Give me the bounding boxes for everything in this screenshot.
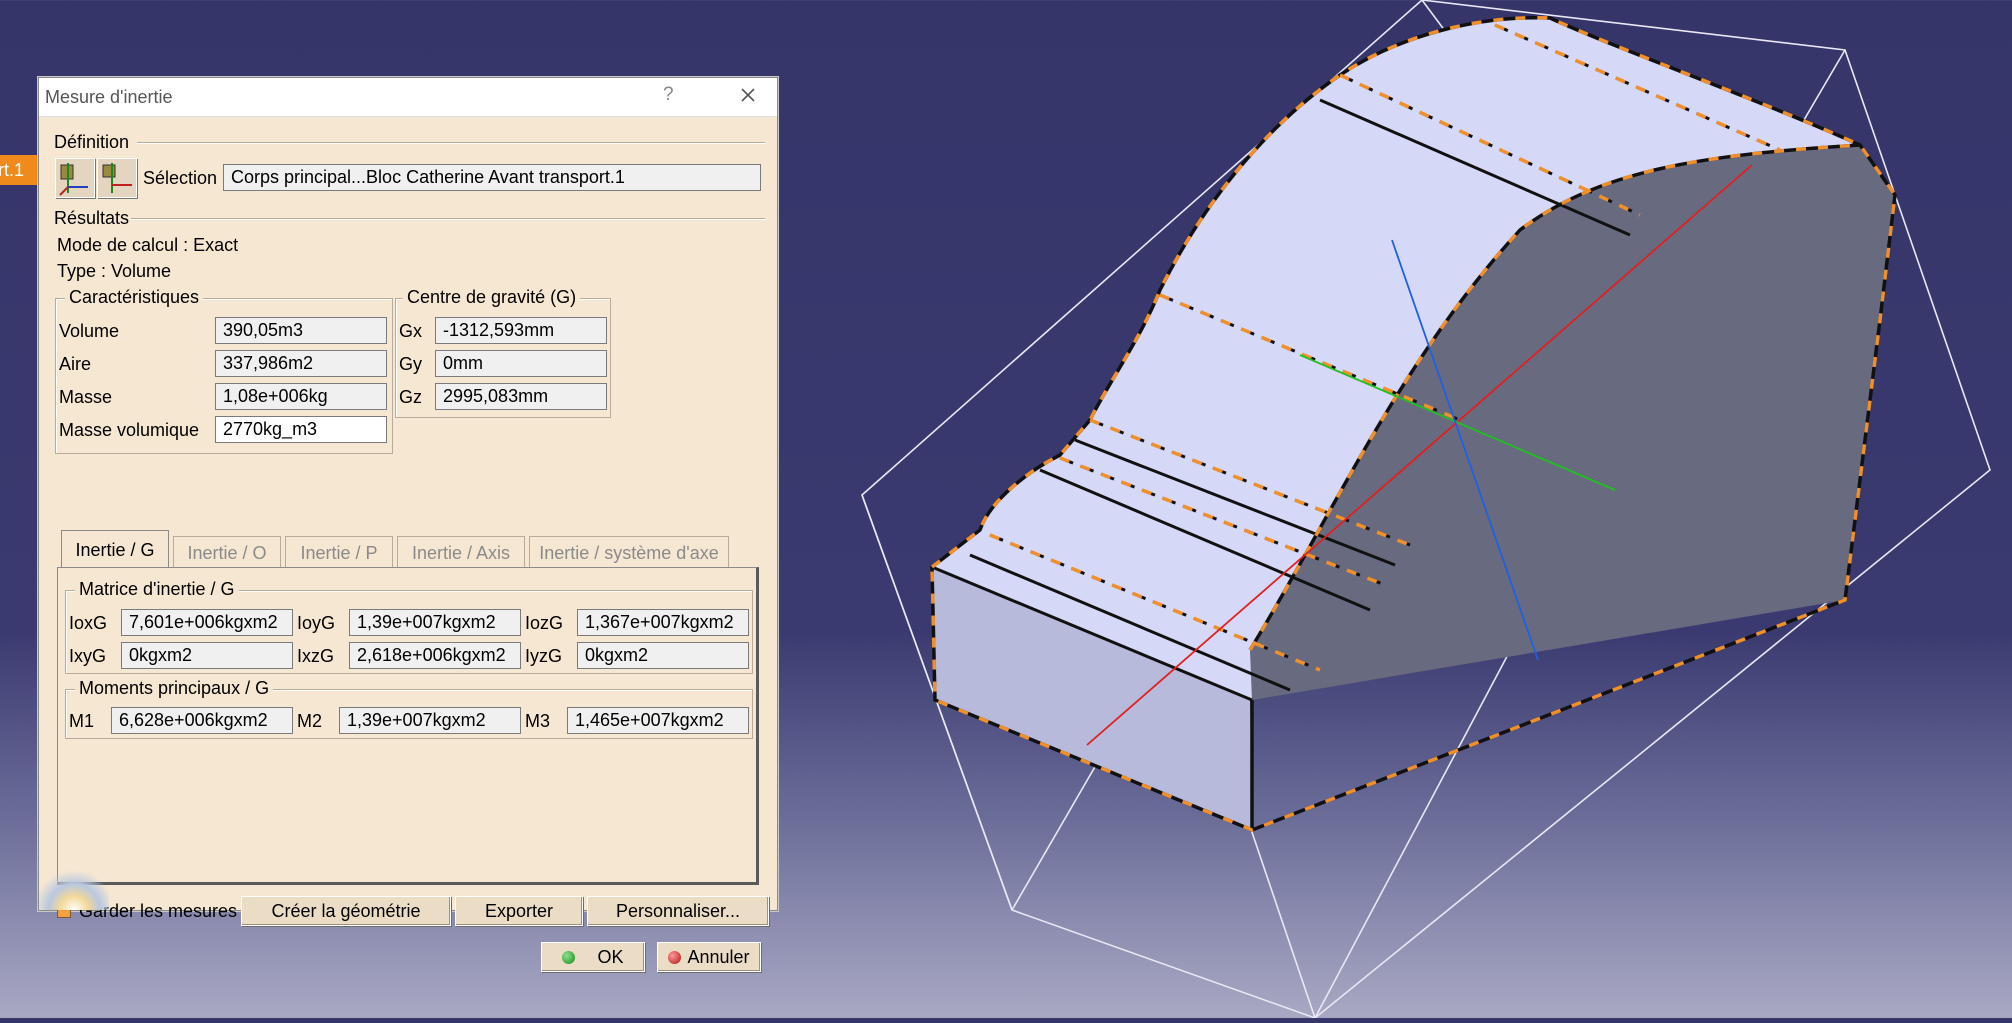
area-label: Aire <box>59 354 92 374</box>
volume-field[interactable]: 390,05m3 <box>215 317 387 344</box>
ok-button[interactable]: OK <box>541 942 645 972</box>
ioxg-label: IoxG <box>69 613 108 633</box>
export-button[interactable]: Exporter <box>455 896 583 926</box>
matrix-title: Matrice d'inertie / G <box>75 579 239 600</box>
inertia-3d-icon <box>59 163 88 196</box>
cancel-label: Annuler <box>687 947 750 967</box>
iyzg-label: IyzG <box>525 646 563 666</box>
gravity-title: Centre de gravité (G) <box>403 287 581 308</box>
tab-inertia-axis[interactable]: Inertie / Axis <box>397 536 525 568</box>
mass-label: Masse <box>59 387 113 407</box>
tab-inertia-p[interactable]: Inertie / P <box>285 536 393 568</box>
density-field[interactable]: 2770kg_m3 <box>215 416 387 443</box>
ixzg-field[interactable]: 2,618e+006kgxm2 <box>349 642 521 669</box>
dialog-titlebar[interactable]: Mesure d'inertie ? <box>39 78 777 117</box>
moments-title: Moments principaux / G <box>75 678 274 699</box>
iozg-field[interactable]: 1,367e+007kgxm2 <box>577 609 749 636</box>
volume-label: Volume <box>59 321 120 341</box>
m1-label: M1 <box>69 711 95 731</box>
density-label: Masse volumique <box>59 420 200 440</box>
results-divider <box>131 218 765 220</box>
type-text: Type : Volume <box>57 261 172 281</box>
inertia-2d-icon <box>102 163 132 193</box>
m2-field[interactable]: 1,39e+007kgxm2 <box>339 707 521 734</box>
calc-mode-text: Mode de calcul : Exact <box>57 235 239 255</box>
gz-field[interactable]: 2995,083mm <box>435 383 607 410</box>
selection-field[interactable]: Corps principal...Bloc Catherine Avant t… <box>223 164 761 191</box>
definition-divider <box>137 142 765 144</box>
tab-inertia-axis-system[interactable]: Inertie / système d'axe <box>529 536 729 568</box>
inertia-dialog: Mesure d'inertie ? Définition Sélection … <box>38 77 778 972</box>
m3-field[interactable]: 1,465e+007kgxm2 <box>567 707 749 734</box>
ixyg-label: IxyG <box>69 646 107 666</box>
dialog-corner-logo <box>39 864 109 910</box>
m3-label: M3 <box>525 711 551 731</box>
gy-field[interactable]: 0mm <box>435 350 607 377</box>
tab-inertia-g[interactable]: Inertie / G <box>61 530 169 568</box>
ioyg-field[interactable]: 1,39e+007kgxm2 <box>349 609 521 636</box>
ioxg-field[interactable]: 7,601e+006kgxm2 <box>121 609 293 636</box>
dialog-title: Mesure d'inertie <box>45 87 173 107</box>
inertia-3d-button[interactable] <box>55 158 95 198</box>
ixzg-label: IxzG <box>297 646 335 666</box>
results-label: Résultats <box>54 208 130 228</box>
inertia-2d-button[interactable] <box>97 158 137 198</box>
tab-inertia-o[interactable]: Inertie / O <box>173 536 281 568</box>
ioyg-label: IoyG <box>297 613 336 633</box>
cancel-button[interactable]: Annuler <box>657 942 761 972</box>
ok-icon <box>562 951 576 964</box>
ixyg-field[interactable]: 0kgxm2 <box>121 642 293 669</box>
area-field[interactable]: 337,986m2 <box>215 350 387 377</box>
mass-field[interactable]: 1,08e+006kg <box>215 383 387 410</box>
m2-label: M2 <box>297 711 323 731</box>
characteristics-title: Caractéristiques <box>65 287 204 308</box>
iozg-label: IozG <box>525 613 564 633</box>
close-icon[interactable] <box>733 80 763 110</box>
ok-label: OK <box>597 947 624 967</box>
create-geometry-button[interactable]: Créer la géométrie <box>241 896 451 926</box>
customize-button[interactable]: Personnaliser... <box>587 896 769 926</box>
help-button[interactable]: ? <box>663 84 674 106</box>
definition-label: Définition <box>54 132 130 152</box>
gz-label: Gz <box>399 387 423 407</box>
selection-label: Sélection : <box>143 168 228 188</box>
gx-label: Gx <box>399 321 423 341</box>
cancel-icon <box>668 951 682 964</box>
part-name-tag[interactable]: ort.1 <box>0 155 38 185</box>
m1-field[interactable]: 6,628e+006kgxm2 <box>111 707 293 734</box>
gx-field[interactable]: -1312,593mm <box>435 317 607 344</box>
iyzg-field[interactable]: 0kgxm2 <box>577 642 749 669</box>
gy-label: Gy <box>399 354 423 374</box>
